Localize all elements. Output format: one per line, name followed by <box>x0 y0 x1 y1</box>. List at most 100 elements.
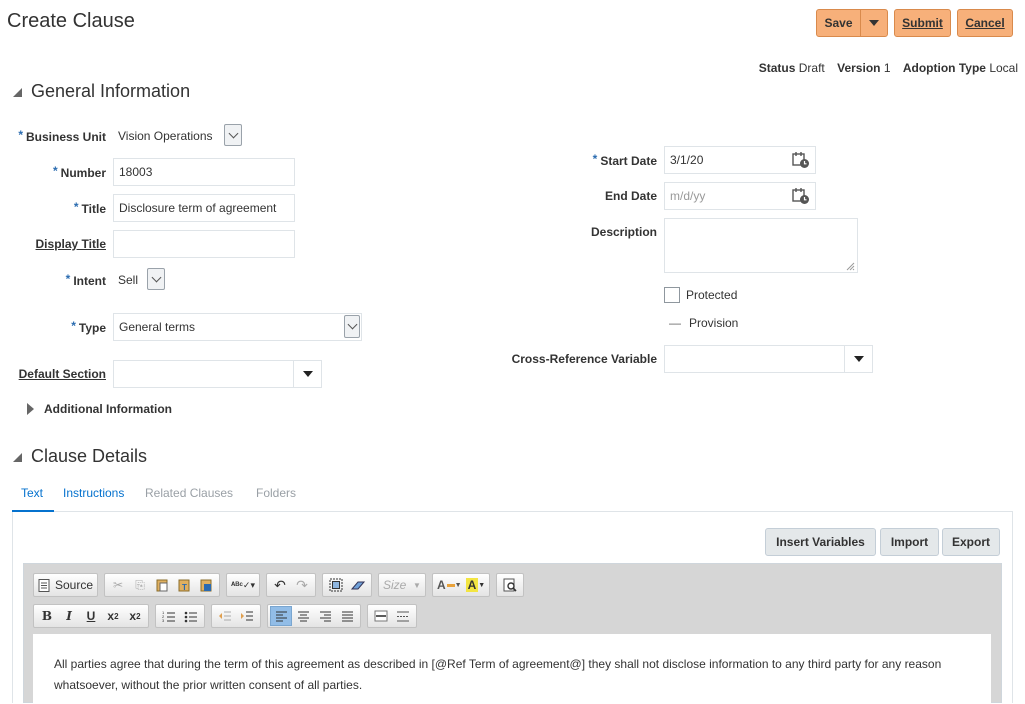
version-value: 1 <box>883 61 891 75</box>
undo-redo-group: ↶ ↷ <box>265 573 316 597</box>
save-split-button[interactable]: Save <box>816 9 888 37</box>
submit-button[interactable]: Submit <box>894 9 951 37</box>
start-date-label: * Start Date <box>592 152 657 168</box>
required-icon: * <box>73 200 79 214</box>
required-icon: * <box>71 319 76 333</box>
align-group <box>267 604 361 628</box>
background-color-icon[interactable]: A ▼ <box>464 575 488 595</box>
general-information-header[interactable]: General Information <box>13 81 190 102</box>
svg-text:T: T <box>182 583 187 592</box>
cross-reference-variable-select[interactable] <box>664 345 873 373</box>
status-bar: Status Draft Version 1 Adoption Type Loc… <box>759 61 1018 75</box>
collapse-triangle-icon <box>13 453 22 462</box>
title-label: * Title <box>73 200 106 216</box>
version-label: Version <box>837 61 881 75</box>
undo-icon[interactable]: ↶ <box>269 575 291 595</box>
bold-icon[interactable]: B <box>36 606 58 626</box>
justify-icon[interactable] <box>336 606 358 626</box>
text-color-icon[interactable]: A ▼ <box>435 575 464 595</box>
source-document-icon <box>38 578 50 592</box>
description-textarea[interactable] <box>664 218 858 273</box>
indent-group <box>211 604 261 628</box>
tab-text[interactable]: Text <box>21 486 43 500</box>
increase-indent-icon[interactable] <box>236 606 258 626</box>
editor-toolbar-row-1: Source ✂ ⎘ T ᴬᴮᶜ✓▾ ↶ ↷ Size ▼ A ▼ A ▼ <box>33 573 530 597</box>
editor-content-area[interactable]: All parties agree that during the term o… <box>33 634 991 704</box>
paste-icon[interactable] <box>151 575 173 595</box>
type-select[interactable]: General terms <box>113 313 362 341</box>
end-date-label: End Date <box>604 189 657 203</box>
business-unit-dropdown-button[interactable] <box>224 124 242 146</box>
chevron-down-icon <box>228 128 238 138</box>
tab-folders: Folders <box>256 486 297 500</box>
decrease-indent-icon[interactable] <box>214 606 236 626</box>
horizontal-line-icon[interactable] <box>370 606 392 626</box>
italic-icon[interactable]: I <box>58 606 80 626</box>
type-label: * Type <box>71 319 106 335</box>
list-group: 123 <box>155 604 205 628</box>
rich-text-editor: Source ✂ ⎘ T ᴬᴮᶜ✓▾ ↶ ↷ Size ▼ A ▼ A ▼ B … <box>23 563 1002 704</box>
calendar-icon[interactable] <box>792 151 810 169</box>
chevron-down-icon <box>347 319 357 330</box>
default-section-dropdown-button[interactable] <box>293 361 321 387</box>
import-button[interactable]: Import <box>880 528 939 556</box>
cross-reference-dropdown-button[interactable] <box>844 346 872 372</box>
additional-information-toggle[interactable]: Additional Information <box>27 402 172 416</box>
number-input[interactable]: 18003 <box>113 158 295 186</box>
protected-label: Protected <box>686 288 738 302</box>
default-section-select[interactable] <box>113 360 322 388</box>
cancel-button[interactable]: Cancel <box>957 9 1013 37</box>
required-icon: * <box>18 128 23 142</box>
editor-toolbar-row-2: B I U x2 x2 123 <box>33 604 423 628</box>
font-size-select[interactable]: Size ▼ <box>381 575 423 595</box>
number-label: * Number <box>52 164 106 180</box>
protected-checkbox[interactable] <box>664 287 680 303</box>
display-title-input[interactable] <box>113 230 295 258</box>
cross-reference-variable-label: Cross-Reference Variable <box>511 352 657 366</box>
select-all-icon[interactable] <box>325 575 347 595</box>
calendar-icon[interactable] <box>792 187 810 205</box>
subscript-icon[interactable]: x2 <box>102 606 124 626</box>
description-label: Description <box>590 225 657 239</box>
type-dropdown-button[interactable] <box>344 315 360 338</box>
intent-dropdown-button[interactable] <box>147 268 165 290</box>
status-value: Draft <box>798 61 825 75</box>
spellcheck-icon[interactable]: ᴬᴮᶜ✓▾ <box>229 575 257 595</box>
provision-label: Provision <box>689 316 739 330</box>
save-button[interactable]: Save <box>816 9 861 37</box>
insert-variables-button[interactable]: Insert Variables <box>765 528 876 556</box>
display-title-label[interactable]: Display Title <box>36 237 106 251</box>
clause-details-header[interactable]: Clause Details <box>13 446 147 467</box>
title-input[interactable]: Disclosure term of agreement <box>113 194 295 222</box>
source-group: Source <box>33 573 99 597</box>
basic-style-group: B I U x2 x2 <box>33 604 149 628</box>
status-label: Status <box>758 61 796 75</box>
default-section-label[interactable]: Default Section <box>19 367 106 381</box>
numbered-list-icon[interactable]: 123 <box>158 606 180 626</box>
preview-icon[interactable] <box>499 575 521 595</box>
paste-text-icon[interactable]: T <box>173 575 195 595</box>
remove-format-icon[interactable] <box>347 575 369 595</box>
superscript-icon[interactable]: x2 <box>124 606 146 626</box>
required-icon: * <box>65 272 71 286</box>
caret-down-icon <box>853 356 864 362</box>
redo-icon[interactable]: ↷ <box>291 575 313 595</box>
align-center-icon[interactable] <box>292 606 314 626</box>
align-left-icon[interactable] <box>270 606 292 626</box>
source-button[interactable]: Source <box>36 575 95 595</box>
intent-label: * Intent <box>65 272 106 288</box>
save-menu-button[interactable] <box>860 9 888 37</box>
resize-grip-icon[interactable] <box>846 262 855 271</box>
caret-down-icon <box>869 20 879 26</box>
cut-icon[interactable]: ✂ <box>107 575 129 595</box>
export-button[interactable]: Export <box>942 528 1000 556</box>
underline-icon[interactable]: U <box>80 606 102 626</box>
align-right-icon[interactable] <box>314 606 336 626</box>
bulleted-list-icon[interactable] <box>180 606 202 626</box>
page-break-icon[interactable] <box>392 606 414 626</box>
page-title: Create Clause <box>7 10 135 32</box>
paste-from-word-icon[interactable] <box>195 575 217 595</box>
tab-instructions[interactable]: Instructions <box>63 486 124 500</box>
copy-icon[interactable]: ⎘ <box>129 575 151 595</box>
required-icon: * <box>52 164 58 178</box>
